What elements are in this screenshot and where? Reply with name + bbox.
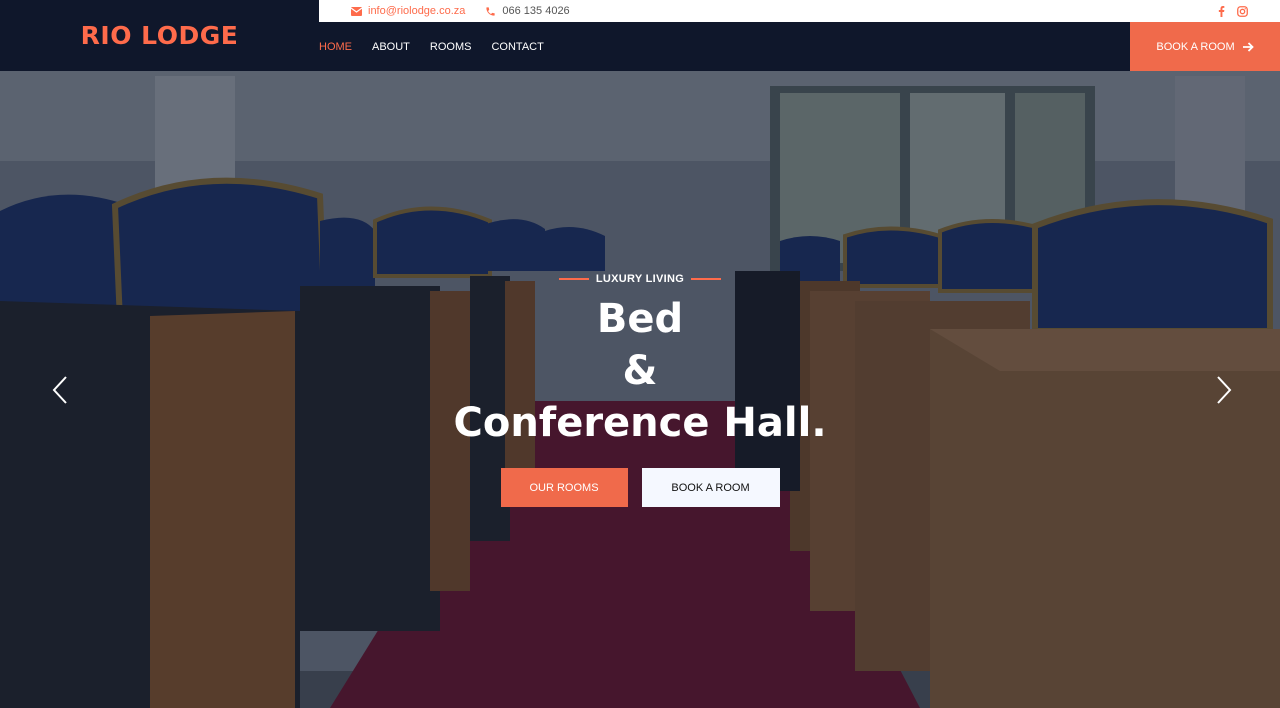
hero-content: LUXURY LIVING Bed & Conference Hall. OUR… <box>0 71 1280 708</box>
nav-about[interactable]: ABOUT <box>372 41 410 53</box>
hero-kicker-text: LUXURY LIVING <box>595 273 685 285</box>
carousel-prev-button[interactable] <box>50 375 70 405</box>
book-a-room-header-button[interactable]: BOOK A ROOM <box>1130 22 1280 72</box>
nav-contact[interactable]: CONTACT <box>491 41 543 53</box>
contact-email[interactable]: info@riolodge.co.za <box>351 5 465 17</box>
site-logo[interactable]: RIO LODGE <box>81 21 239 50</box>
hero-title: Bed & Conference Hall. <box>453 293 826 449</box>
hero-title-line-3: Conference Hall. <box>453 400 827 446</box>
instagram-icon[interactable] <box>1237 5 1248 17</box>
social-links <box>1206 5 1248 17</box>
kicker-line-right <box>691 278 722 280</box>
contact-phone[interactable]: 066 135 4026 <box>485 5 570 17</box>
phone-icon <box>486 6 496 16</box>
our-rooms-button[interactable]: OUR ROOMS <box>500 468 628 507</box>
hero-title-line-2: & <box>622 348 658 394</box>
carousel-next-button[interactable] <box>1214 375 1234 405</box>
main-navbar: HOME ABOUT ROOMS CONTACT BOOK A ROOM <box>319 22 1280 72</box>
email-text[interactable]: info@riolodge.co.za <box>368 5 465 17</box>
main-nav: HOME ABOUT ROOMS CONTACT <box>319 22 564 71</box>
book-a-room-header-label: BOOK A ROOM <box>1156 41 1235 53</box>
kicker-line-left <box>558 278 589 280</box>
chevron-right-icon <box>1217 376 1232 404</box>
nav-home[interactable]: HOME <box>319 41 352 53</box>
top-info-bar: info@riolodge.co.za 066 135 4026 <box>319 0 1280 22</box>
book-a-room-button[interactable]: BOOK A ROOM <box>641 468 780 507</box>
logo-area[interactable]: RIO LODGE <box>0 0 319 71</box>
chevron-left-icon <box>52 376 67 404</box>
nav-rooms[interactable]: ROOMS <box>430 41 472 53</box>
envelope-icon <box>351 6 362 16</box>
facebook-icon[interactable] <box>1218 5 1225 17</box>
hero-carousel: LUXURY LIVING Bed & Conference Hall. OUR… <box>0 71 1280 708</box>
phone-text[interactable]: 066 135 4026 <box>502 5 569 17</box>
hero-kicker: LUXURY LIVING <box>552 273 728 285</box>
hero-title-line-1: Bed <box>596 296 684 342</box>
arrow-right-icon <box>1242 42 1254 52</box>
hero-buttons: OUR ROOMS BOOK A ROOM <box>500 468 780 507</box>
